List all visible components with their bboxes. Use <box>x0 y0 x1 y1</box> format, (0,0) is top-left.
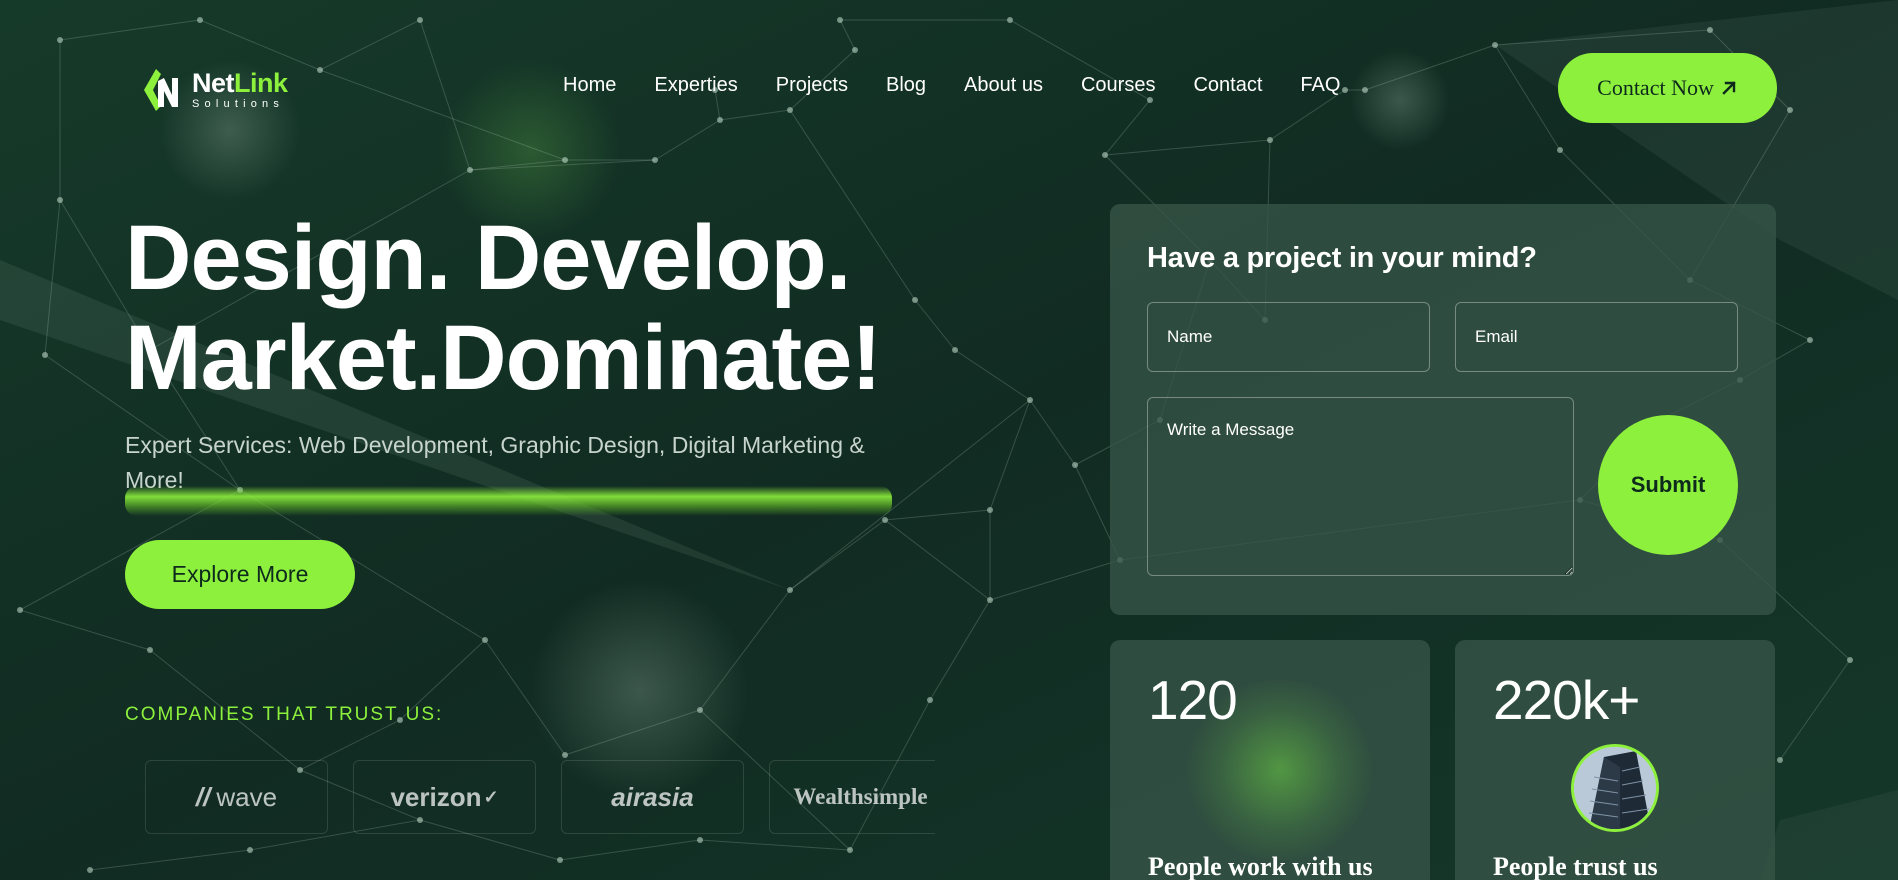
company-logo-wealthsimple: Wealthsimple <box>769 760 935 834</box>
stat-label: People work with us <box>1148 852 1373 880</box>
nav-experties[interactable]: Experties <box>654 74 737 97</box>
nav-courses[interactable]: Courses <box>1081 74 1155 97</box>
nav-contact[interactable]: Contact <box>1193 74 1262 97</box>
brand-tagline: Solutions <box>192 98 285 110</box>
explore-more-button[interactable]: Explore More <box>125 540 355 609</box>
arrow-up-right-icon <box>1722 81 1736 95</box>
nav-blog[interactable]: Blog <box>886 74 926 97</box>
company-logos: //wave verizon ✓ airasia Wealthsimple <box>145 760 935 835</box>
building-avatar <box>1571 744 1659 832</box>
nav-about-us[interactable]: About us <box>964 74 1043 97</box>
brand-logo[interactable]: NetLink Solutions <box>142 62 302 118</box>
message-field[interactable] <box>1147 397 1574 576</box>
email-field[interactable] <box>1455 302 1738 372</box>
headline-highlight <box>125 486 892 516</box>
nav-projects[interactable]: Projects <box>776 74 848 97</box>
company-logo-wave: //wave <box>145 760 328 834</box>
hero-headline: Design. Develop. Market.Dominate! <box>125 207 925 516</box>
checkmark-icon: ✓ <box>483 786 499 807</box>
stat-number: 220k+ <box>1493 669 1640 731</box>
nav-home[interactable]: Home <box>563 74 616 97</box>
brand-name: NetLink <box>192 68 288 98</box>
hero-title-line-1: Design. Develop. <box>125 207 851 309</box>
stat-label: People trust us <box>1493 852 1658 880</box>
wave-logo-icon: // <box>195 781 211 812</box>
contact-now-label: Contact Now <box>1597 75 1714 100</box>
building-icon <box>1574 747 1656 829</box>
contact-now-button[interactable]: Contact Now <box>1558 53 1777 123</box>
project-form-card: Have a project in your mind? Submit <box>1110 204 1776 615</box>
trust-heading: COMPANIES THAT TRUST US: <box>125 704 444 725</box>
submit-button[interactable]: Submit <box>1598 415 1738 555</box>
logo-mark-icon <box>144 69 178 111</box>
form-title: Have a project in your mind? <box>1147 242 1537 274</box>
company-logo-verizon: verizon ✓ <box>353 760 536 834</box>
nav-faq[interactable]: FAQ <box>1300 74 1340 97</box>
stat-number: 120 <box>1148 669 1238 731</box>
hero-title-line-2: Market.Dominate! <box>125 307 882 409</box>
stat-card-people-trust: 220k+ People trust us <box>1455 640 1775 880</box>
name-field[interactable] <box>1147 302 1430 372</box>
main-nav: Home Experties Projects Blog About us Co… <box>563 74 1340 97</box>
company-logo-airasia: airasia <box>561 760 744 834</box>
stat-card-people-work: 120 People work with us <box>1110 640 1430 880</box>
